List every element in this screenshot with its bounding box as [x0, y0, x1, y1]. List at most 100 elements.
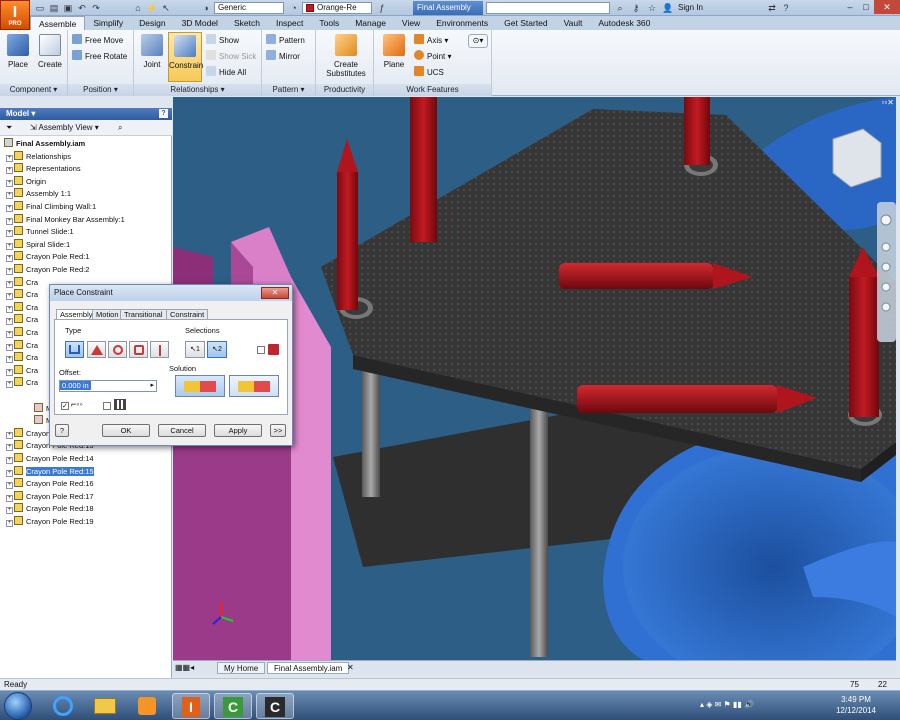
material-dropdown[interactable]: Generic [214, 2, 284, 14]
panel-options-icon[interactable]: ⊙▾ [468, 34, 488, 48]
expand-icon[interactable]: + [6, 280, 13, 288]
expand-icon[interactable]: + [6, 482, 13, 490]
open-icon[interactable]: ▤ [48, 2, 60, 14]
pick-part-first-checkbox[interactable] [257, 346, 265, 354]
tree-node-partial[interactable]: + Cra [6, 301, 38, 315]
create-button[interactable]: Create [34, 32, 66, 82]
flush-solution-button[interactable] [229, 375, 279, 397]
dialog-close-icon[interactable]: ✕ [261, 287, 289, 299]
angle-constraint-button[interactable] [87, 341, 106, 358]
expand-icon[interactable]: + [6, 217, 13, 225]
viewcube-icon[interactable] [832, 128, 882, 188]
recorder-icon[interactable]: C [256, 693, 294, 719]
exchange-icon[interactable]: ⇄ [766, 2, 778, 14]
tree-node[interactable]: + Relationships [6, 150, 71, 164]
expand-icon[interactable]: + [6, 179, 13, 187]
taskbar-clock[interactable]: 3:49 PM 12/12/2014 [826, 694, 886, 716]
plane-button[interactable]: Plane [378, 32, 410, 82]
tab-tile-icons[interactable]: ▦▦◂ [175, 662, 194, 674]
dialog-help-icon[interactable]: ? [55, 424, 69, 437]
tab-autodesk-360[interactable]: Autodesk 360 [590, 16, 658, 30]
expand-icon[interactable]: + [6, 255, 13, 263]
select-icon[interactable]: ↖ [160, 2, 172, 14]
tree-node[interactable]: + Final Monkey Bar Assembly:1 [6, 213, 125, 227]
application-menu-button[interactable]: I PRO [0, 0, 30, 30]
fx-icon[interactable]: ƒ [376, 2, 388, 14]
close-tab-icon[interactable]: ✕ [347, 662, 354, 674]
create-substitutes-button[interactable]: Create Substitutes [322, 32, 370, 82]
expand-icon[interactable]: + [6, 242, 13, 250]
tab-manage[interactable]: Manage [347, 16, 394, 30]
help-icon[interactable]: ? [780, 2, 792, 14]
browser-header[interactable]: Model ▾ ? [0, 108, 172, 120]
tree-node[interactable]: + Origin [6, 175, 46, 189]
cancel-button[interactable]: Cancel [158, 424, 206, 437]
tree-node[interactable]: + Crayon Pole Red:18 [6, 503, 94, 516]
expand-icon[interactable]: + [6, 230, 13, 238]
tree-node[interactable]: + Crayon Pole Red:2 [6, 264, 89, 277]
pattern-button[interactable]: Pattern [266, 34, 305, 48]
axis-button[interactable]: Axis ▾ [414, 34, 448, 48]
tree-root[interactable]: Final Assembly.iam [4, 138, 85, 151]
tab-simplify[interactable]: Simplify [85, 16, 131, 30]
expand-icon[interactable]: + [6, 507, 13, 515]
mirror-button[interactable]: Mirror [266, 50, 300, 64]
preview-checkbox[interactable]: ✓ [61, 402, 69, 410]
tree-node[interactable]: + Representations [6, 163, 81, 176]
component-group-label[interactable]: Component ▾ [0, 84, 67, 96]
apply-button[interactable]: Apply [214, 424, 262, 437]
selection-2-button[interactable]: ↖2 [207, 341, 227, 358]
expand-icon[interactable]: + [6, 444, 13, 452]
filter-icon[interactable]: ⏷ [6, 120, 12, 136]
tab-sketch[interactable]: Sketch [226, 16, 268, 30]
browser-help-icon[interactable]: ? [159, 109, 168, 118]
offset-input[interactable]: 0.000 in ▸ [59, 380, 157, 392]
offset-arrow-icon[interactable]: ▸ [150, 381, 154, 391]
binoculars-icon[interactable]: ⌕ [614, 2, 626, 14]
dialog-title-bar[interactable]: Place Constraint [50, 285, 292, 301]
tab-get-started[interactable]: Get Started [496, 16, 555, 30]
relationships-group-label[interactable]: Relationships ▾ [134, 84, 261, 96]
minimize-icon[interactable]: – [842, 0, 858, 14]
expand-icon[interactable]: + [6, 469, 13, 477]
selection-1-button[interactable]: ↖1 [185, 341, 205, 358]
tab-my-home[interactable]: My Home [217, 662, 266, 674]
tree-node[interactable]: + Assembly 1:1 [6, 188, 71, 201]
expand-icon[interactable]: + [6, 368, 13, 376]
save-icon[interactable]: ▣ [62, 2, 74, 14]
tree-node[interactable]: + Crayon Pole Red:16 [6, 478, 94, 491]
expand-icon[interactable]: + [6, 305, 13, 313]
expand-icon[interactable]: + [6, 154, 13, 162]
joint-button[interactable]: Joint [136, 32, 168, 82]
tangent-constraint-button[interactable] [108, 341, 127, 358]
media-player-icon[interactable] [128, 693, 166, 719]
expand-icon[interactable]: + [6, 268, 13, 275]
tree-node[interactable]: + Crayon Pole Red:1 [6, 251, 89, 264]
user-icon[interactable]: 👤 [662, 2, 674, 14]
expand-icon[interactable]: + [6, 343, 13, 351]
tree-node[interactable]: + Tunnel Slide:1 [6, 226, 74, 239]
mate-constraint-button[interactable] [65, 341, 84, 358]
expand-icon[interactable]: + [6, 318, 13, 326]
tree-node-partial[interactable]: + Cra [6, 289, 38, 302]
home-icon[interactable]: ⌂ [132, 2, 144, 14]
tree-node-partial[interactable]: + Cra [6, 327, 38, 340]
tab-final-assembly[interactable]: Final Assembly.iam [267, 662, 350, 674]
expand-icon[interactable]: + [6, 192, 13, 200]
tree-node-partial[interactable]: + Cra [6, 314, 38, 327]
free-move-button[interactable]: Free Move [72, 34, 123, 48]
expand-icon[interactable]: + [6, 494, 13, 502]
internet-explorer-icon[interactable] [44, 693, 82, 719]
file-explorer-icon[interactable] [86, 693, 124, 719]
tab-vault[interactable]: Vault [556, 16, 591, 30]
tree-node-partial[interactable]: + Cra [6, 377, 38, 390]
expand-icon[interactable]: + [6, 205, 13, 212]
show-sick-button[interactable]: Show Sick [206, 50, 256, 64]
help-search-input[interactable] [486, 2, 610, 14]
close-icon[interactable]: ✕ [874, 0, 900, 14]
mate-solution-button[interactable] [175, 375, 225, 397]
tab-inspect[interactable]: Inspect [268, 16, 311, 30]
expand-icon[interactable]: + [6, 356, 13, 364]
pan-icon[interactable] [881, 242, 891, 252]
tree-node-partial[interactable]: + Cra [6, 352, 38, 365]
